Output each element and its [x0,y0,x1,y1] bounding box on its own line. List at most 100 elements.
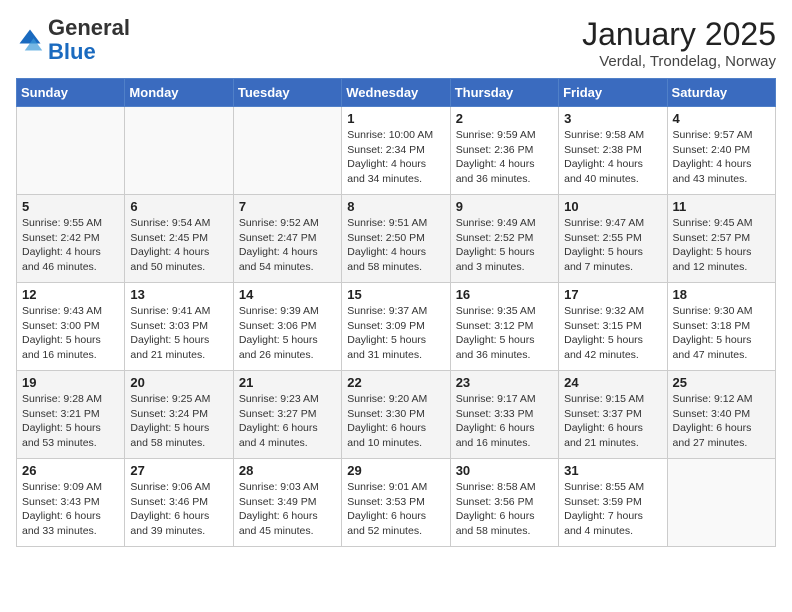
day-number: 3 [564,111,661,126]
calendar-cell: 26 Sunrise: 9:09 AM Sunset: 3:43 PM Dayli… [17,459,125,547]
day-number: 18 [673,287,770,302]
day-info: Sunrise: 9:12 AM Sunset: 3:40 PM Dayligh… [673,392,770,451]
weekday-header: Friday [559,79,667,107]
logo-general: General [48,15,130,40]
day-info: Sunrise: 9:45 AM Sunset: 2:57 PM Dayligh… [673,216,770,275]
day-info: Sunrise: 9:59 AM Sunset: 2:36 PM Dayligh… [456,128,553,187]
day-info: Sunrise: 9:39 AM Sunset: 3:06 PM Dayligh… [239,304,336,363]
calendar-cell: 15 Sunrise: 9:37 AM Sunset: 3:09 PM Dayli… [342,283,450,371]
calendar-cell: 6 Sunrise: 9:54 AM Sunset: 2:45 PM Daylig… [125,195,233,283]
day-number: 5 [22,199,119,214]
day-info: Sunrise: 9:49 AM Sunset: 2:52 PM Dayligh… [456,216,553,275]
day-info: Sunrise: 9:23 AM Sunset: 3:27 PM Dayligh… [239,392,336,451]
day-number: 9 [456,199,553,214]
calendar-cell: 7Sunrise: 9:52 AM Sunset: 2:47 PM Daylig… [233,195,341,283]
day-number: 4 [673,111,770,126]
day-info: Sunrise: 8:58 AM Sunset: 3:56 PM Dayligh… [456,480,553,539]
day-info: Sunrise: 9:32 AM Sunset: 3:15 PM Dayligh… [564,304,661,363]
calendar-week-row: 1 Sunrise: 10:00 AM Sunset: 2:34 PM Dayli… [17,107,776,195]
day-info: Sunrise: 9:54 AM Sunset: 2:45 PM Dayligh… [130,216,227,275]
day-info: Sunrise: 9:17 AM Sunset: 3:33 PM Dayligh… [456,392,553,451]
day-number: 24 [564,375,661,390]
weekday-header: Sunday [17,79,125,107]
day-number: 10 [564,199,661,214]
day-info: Sunrise: 9:28 AM Sunset: 3:21 PM Dayligh… [22,392,119,451]
calendar-cell: 8 Sunrise: 9:51 AM Sunset: 2:50 PM Daylig… [342,195,450,283]
day-info: Sunrise: 9:30 AM Sunset: 3:18 PM Dayligh… [673,304,770,363]
calendar-cell: 13Sunrise: 9:41 AM Sunset: 3:03 PM Dayli… [125,283,233,371]
day-number: 8 [347,199,444,214]
calendar-cell: 27 Sunrise: 9:06 AM Sunset: 3:46 PM Dayli… [125,459,233,547]
day-info: Sunrise: 9:55 AM Sunset: 2:42 PM Dayligh… [22,216,119,275]
day-number: 7 [239,199,336,214]
day-info: Sunrise: 9:15 AM Sunset: 3:37 PM Dayligh… [564,392,661,451]
calendar-cell [125,107,233,195]
day-number: 22 [347,375,444,390]
weekday-header-row: SundayMondayTuesdayWednesdayThursdayFrid… [17,79,776,107]
weekday-header: Wednesday [342,79,450,107]
day-number: 6 [130,199,227,214]
calendar-table: SundayMondayTuesdayWednesdayThursdayFrid… [16,78,776,547]
day-number: 19 [22,375,119,390]
day-number: 25 [673,375,770,390]
day-info: Sunrise: 9:09 AM Sunset: 3:43 PM Dayligh… [22,480,119,539]
logo-blue: Blue [48,39,96,64]
day-number: 15 [347,287,444,302]
day-number: 12 [22,287,119,302]
calendar-cell: 17 Sunrise: 9:32 AM Sunset: 3:15 PM Dayli… [559,283,667,371]
calendar-cell [17,107,125,195]
title-block: January 2025 Verdal, Trondelag, Norway [582,16,776,70]
day-info: Sunrise: 9:01 AM Sunset: 3:53 PM Dayligh… [347,480,444,539]
calendar-cell: 30 Sunrise: 8:58 AM Sunset: 3:56 PM Dayli… [450,459,558,547]
calendar-week-row: 26 Sunrise: 9:09 AM Sunset: 3:43 PM Dayli… [17,459,776,547]
day-number: 20 [130,375,227,390]
day-info: Sunrise: 9:25 AM Sunset: 3:24 PM Dayligh… [130,392,227,451]
calendar-cell: 2 Sunrise: 9:59 AM Sunset: 2:36 PM Daylig… [450,107,558,195]
day-info: Sunrise: 9:57 AM Sunset: 2:40 PM Dayligh… [673,128,770,187]
day-info: Sunrise: 9:35 AM Sunset: 3:12 PM Dayligh… [456,304,553,363]
day-info: Sunrise: 9:20 AM Sunset: 3:30 PM Dayligh… [347,392,444,451]
calendar-cell: 16 Sunrise: 9:35 AM Sunset: 3:12 PM Dayli… [450,283,558,371]
day-info: Sunrise: 9:51 AM Sunset: 2:50 PM Dayligh… [347,216,444,275]
day-number: 31 [564,463,661,478]
day-number: 1 [347,111,444,126]
day-number: 21 [239,375,336,390]
day-number: 29 [347,463,444,478]
calendar-cell: 18 Sunrise: 9:30 AM Sunset: 3:18 PM Dayli… [667,283,775,371]
day-info: Sunrise: 9:41 AM Sunset: 3:03 PM Dayligh… [130,304,227,363]
day-info: Sunrise: 9:06 AM Sunset: 3:46 PM Dayligh… [130,480,227,539]
calendar-cell [667,459,775,547]
calendar-subtitle: Verdal, Trondelag, Norway [582,53,776,70]
day-info: Sunrise: 9:58 AM Sunset: 2:38 PM Dayligh… [564,128,661,187]
day-number: 14 [239,287,336,302]
weekday-header: Monday [125,79,233,107]
calendar-cell: 3 Sunrise: 9:58 AM Sunset: 2:38 PM Daylig… [559,107,667,195]
calendar-cell: 4 Sunrise: 9:57 AM Sunset: 2:40 PM Daylig… [667,107,775,195]
calendar-cell: 20 Sunrise: 9:25 AM Sunset: 3:24 PM Dayli… [125,371,233,459]
calendar-cell: 28Sunrise: 9:03 AM Sunset: 3:49 PM Dayli… [233,459,341,547]
weekday-header: Tuesday [233,79,341,107]
calendar-cell: 29 Sunrise: 9:01 AM Sunset: 3:53 PM Dayli… [342,459,450,547]
day-info: Sunrise: 10:00 AM Sunset: 2:34 PM Daylig… [347,128,444,187]
calendar-cell: 19 Sunrise: 9:28 AM Sunset: 3:21 PM Dayli… [17,371,125,459]
weekday-header: Thursday [450,79,558,107]
calendar-week-row: 5 Sunrise: 9:55 AM Sunset: 2:42 PM Daylig… [17,195,776,283]
calendar-cell: 24 Sunrise: 9:15 AM Sunset: 3:37 PM Dayli… [559,371,667,459]
day-number: 17 [564,287,661,302]
calendar-cell: 11Sunrise: 9:45 AM Sunset: 2:57 PM Dayli… [667,195,775,283]
day-info: Sunrise: 8:55 AM Sunset: 3:59 PM Dayligh… [564,480,661,539]
calendar-cell: 9 Sunrise: 9:49 AM Sunset: 2:52 PM Daylig… [450,195,558,283]
calendar-cell: 10Sunrise: 9:47 AM Sunset: 2:55 PM Dayli… [559,195,667,283]
day-number: 30 [456,463,553,478]
day-number: 16 [456,287,553,302]
day-number: 2 [456,111,553,126]
day-number: 27 [130,463,227,478]
day-info: Sunrise: 9:37 AM Sunset: 3:09 PM Dayligh… [347,304,444,363]
calendar-cell: 23Sunrise: 9:17 AM Sunset: 3:33 PM Dayli… [450,371,558,459]
calendar-cell: 1 Sunrise: 10:00 AM Sunset: 2:34 PM Dayli… [342,107,450,195]
calendar-cell: 5 Sunrise: 9:55 AM Sunset: 2:42 PM Daylig… [17,195,125,283]
calendar-cell: 21 Sunrise: 9:23 AM Sunset: 3:27 PM Dayli… [233,371,341,459]
logo-text: General Blue [48,16,130,64]
day-number: 26 [22,463,119,478]
calendar-cell: 14 Sunrise: 9:39 AM Sunset: 3:06 PM Dayli… [233,283,341,371]
